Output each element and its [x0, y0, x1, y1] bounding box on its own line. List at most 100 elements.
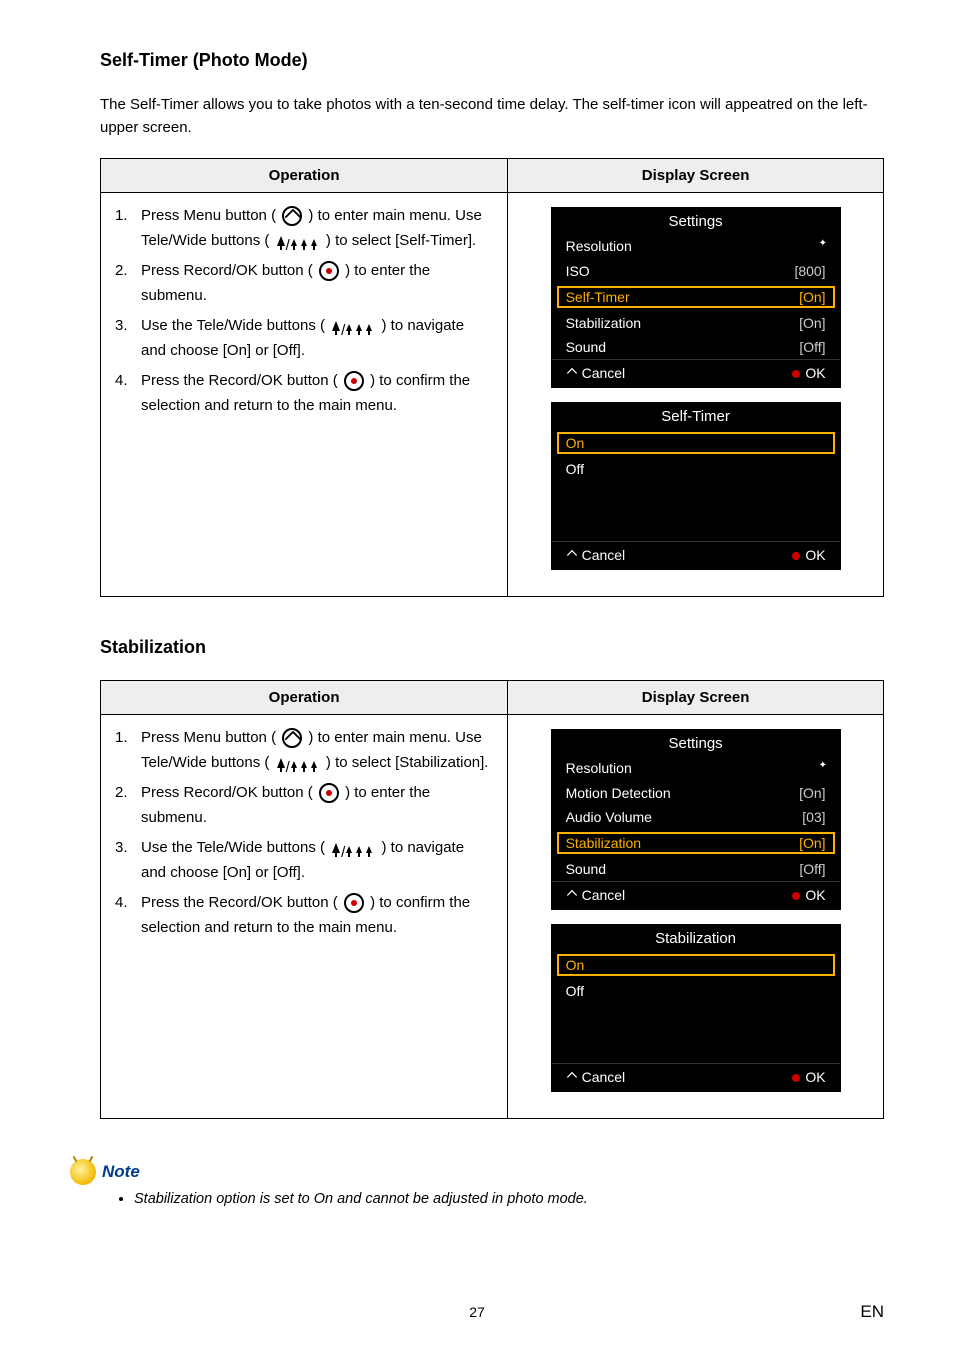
row-label: ISO — [566, 263, 590, 279]
row-label: Off — [566, 461, 584, 477]
step-1: Press Menu button ( ) to enter main menu… — [115, 725, 493, 776]
step-text: Press Menu button ( — [141, 207, 280, 224]
row-sound: Sound [Off] — [552, 857, 840, 881]
star-icon — [812, 760, 826, 774]
heading-stabilization: Stabilization — [100, 637, 884, 658]
note-list: Stabilization option is set to On and ca… — [134, 1189, 884, 1211]
row-off: Off — [552, 979, 840, 1003]
step-4: Press the Record/OK button ( ) to confir… — [115, 890, 493, 941]
display-stabilization-submenu: Stabilization On Off Cancel OK — [551, 924, 841, 1092]
step-text: Press the Record/OK button ( — [141, 894, 342, 911]
step-text: Press the Record/OK button ( — [141, 372, 342, 389]
table-self-timer: Operation Display Screen Press Menu butt… — [100, 158, 884, 597]
table-stabilization: Operation Display Screen Press Menu butt… — [100, 680, 884, 1119]
intro-self-timer: The Self-Timer allows you to take photos… — [100, 93, 884, 140]
record-ok-icon — [344, 893, 364, 913]
th-operation: Operation — [101, 680, 508, 714]
note-heading: Note — [70, 1159, 884, 1185]
step-3: Use the Tele/Wide buttons ( / ) to navig… — [115, 313, 493, 364]
footer-ok: OK — [792, 1069, 825, 1085]
th-display: Display Screen — [508, 680, 884, 714]
row-label: Self-Timer — [566, 289, 630, 305]
row-label: On — [566, 957, 585, 973]
step-text: Press Record/OK button ( — [141, 262, 317, 279]
th-display: Display Screen — [508, 158, 884, 192]
screen-title: Settings — [552, 730, 840, 756]
tele-wide-icon: / — [276, 755, 320, 771]
note-item: Stabilization option is set to On and ca… — [134, 1189, 884, 1211]
heading-self-timer: Self-Timer (Photo Mode) — [100, 50, 884, 71]
th-operation: Operation — [101, 158, 508, 192]
row-resolution: Resolution — [552, 756, 840, 781]
row-motion-detection: Motion Detection [On] — [552, 781, 840, 805]
tele-wide-icon: / — [331, 318, 375, 334]
row-value — [812, 760, 826, 777]
row-resolution: Resolution — [552, 234, 840, 259]
footer-cancel: Cancel — [566, 365, 626, 381]
step-text: Press Menu button ( — [141, 729, 280, 746]
screen-footer: Cancel OK — [552, 541, 840, 569]
tele-wide-icon: / — [331, 840, 375, 856]
display-settings-selftimer: Settings Resolution ISO [800] Self-Timer [… — [551, 207, 841, 388]
steps-stabilization: Press Menu button ( ) to enter main menu… — [115, 725, 493, 941]
screen-title: Settings — [552, 208, 840, 234]
record-ok-icon — [319, 783, 339, 803]
row-label: Stabilization — [566, 835, 642, 851]
record-ok-icon — [319, 261, 339, 281]
row-stabilization: Stabilization [On] — [552, 311, 840, 335]
row-label: Audio Volume — [566, 809, 652, 825]
row-label: Sound — [566, 861, 606, 877]
menu-button-icon — [282, 728, 302, 748]
screen-footer: Cancel OK — [552, 1063, 840, 1091]
footer-ok: OK — [792, 365, 825, 381]
footer-cancel: Cancel — [566, 887, 626, 903]
row-label: On — [566, 435, 585, 451]
row-label: Motion Detection — [566, 785, 671, 801]
page-number: 27 — [0, 1304, 954, 1320]
row-label: Resolution — [566, 760, 632, 776]
row-label: Stabilization — [566, 315, 642, 331]
row-value: [Off] — [799, 861, 825, 877]
step-text: Use the Tele/Wide buttons ( — [141, 839, 329, 856]
row-iso: ISO [800] — [552, 259, 840, 283]
screen-title: Stabilization — [552, 925, 840, 951]
display-selftimer-submenu: Self-Timer On Off Cancel OK — [551, 402, 841, 570]
row-value: [On] — [799, 785, 825, 801]
screen-footer: Cancel OK — [552, 359, 840, 387]
step-1: Press Menu button ( ) to enter main menu… — [115, 203, 493, 254]
star-icon — [812, 238, 826, 252]
row-on-selected: On — [556, 431, 836, 455]
lightbulb-icon — [70, 1159, 96, 1185]
row-value: [800] — [794, 263, 825, 279]
note-label: Note — [102, 1162, 140, 1182]
step-text: ) to select [Self-Timer]. — [322, 232, 476, 249]
row-value: [On] — [799, 315, 825, 331]
row-selftimer-selected: Self-Timer [On] — [556, 285, 836, 309]
footer-cancel: Cancel — [566, 547, 626, 563]
footer-ok: OK — [792, 887, 825, 903]
row-label: Sound — [566, 339, 606, 355]
language-tag: EN — [860, 1302, 884, 1322]
display-settings-stabilization: Settings Resolution Motion Detection [On]… — [551, 729, 841, 910]
screen-footer: Cancel OK — [552, 881, 840, 909]
row-value — [812, 238, 826, 255]
footer-ok: OK — [792, 547, 825, 563]
step-text: Use the Tele/Wide buttons ( — [141, 317, 329, 334]
row-off: Off — [552, 457, 840, 481]
row-value: [03] — [802, 809, 825, 825]
row-on-selected: On — [556, 953, 836, 977]
step-3: Use the Tele/Wide buttons ( / ) to navig… — [115, 835, 493, 886]
record-ok-icon — [344, 371, 364, 391]
row-label: Off — [566, 983, 584, 999]
row-value: [On] — [799, 289, 825, 305]
row-sound: Sound [Off] — [552, 335, 840, 359]
step-text: Press Record/OK button ( — [141, 784, 317, 801]
step-2: Press Record/OK button ( ) to enter the … — [115, 780, 493, 831]
menu-button-icon — [282, 206, 302, 226]
screen-title: Self-Timer — [552, 403, 840, 429]
row-audio-volume: Audio Volume [03] — [552, 805, 840, 829]
steps-self-timer: Press Menu button ( ) to enter main menu… — [115, 203, 493, 419]
row-value: [Off] — [799, 339, 825, 355]
footer-cancel: Cancel — [566, 1069, 626, 1085]
step-4: Press the Record/OK button ( ) to confir… — [115, 368, 493, 419]
